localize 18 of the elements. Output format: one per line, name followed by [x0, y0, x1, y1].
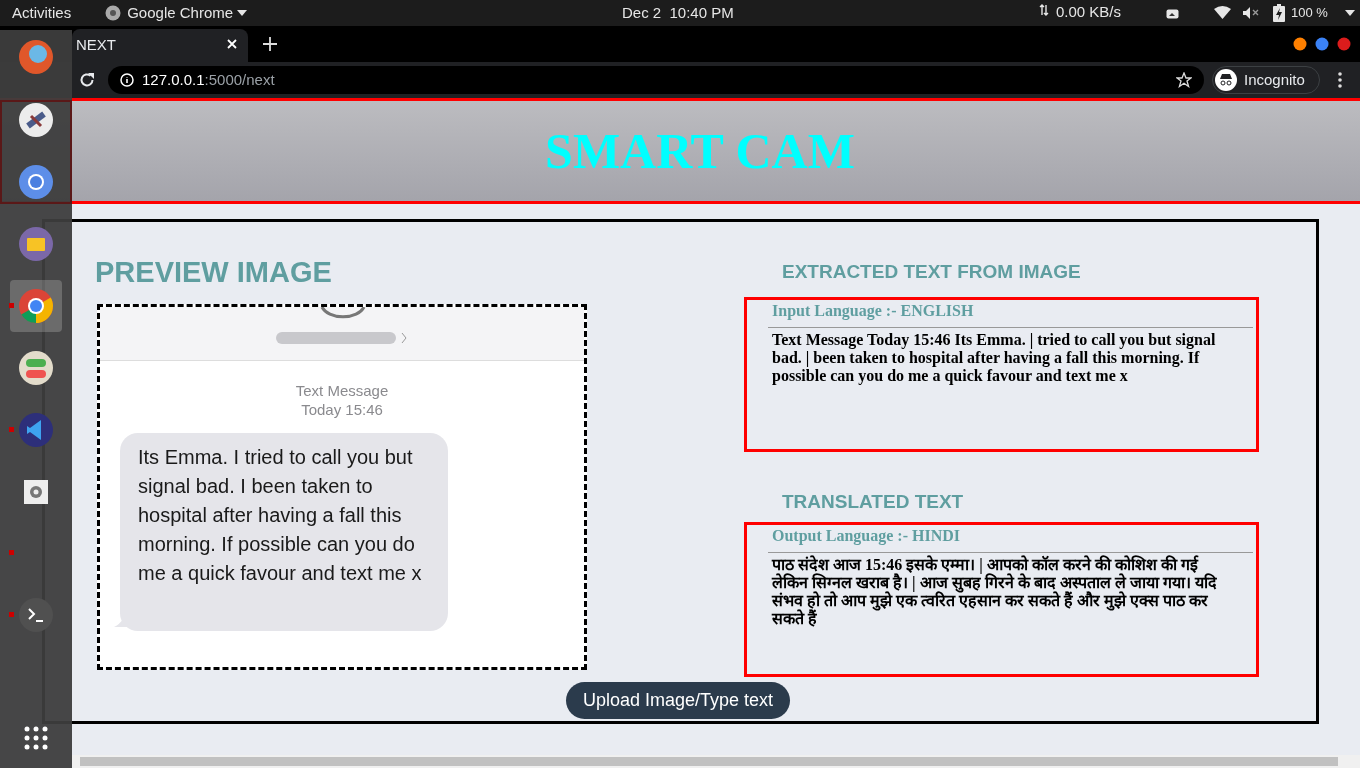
section-heading: TRANSLATED TEXT [782, 490, 964, 514]
url-text: 127.0.0.1:5000/next [142, 69, 275, 90]
address-bar[interactable]: 127.0.0.1:5000/next [108, 66, 1204, 94]
message-header: Text Message Today 15:46 [294, 381, 390, 419]
language-label: Input Language :- ENGLISH [772, 301, 975, 322]
language-label: Output Language :- HINDI [772, 526, 962, 547]
output-text: पाठ संदेश आज 15:46 इसके एम्मा। | आपको कॉल करने की कोशिश की गई लेकिन सिग्नल खराब है। | आज सुबह गिरने के बाद अस्पताल ले जाया गया। यदि संभव हो तो आप मुझे एक त्वरित एहसान कर सकते हैं और मुझे एक्स पाठ कर सकते हैं [772, 556, 1218, 628]
browser-tab[interactable]: NEXT [72, 29, 248, 62]
activities-button[interactable]: Activities [12, 1, 72, 25]
network-speed: 0.00 KB/s [1056, 2, 1122, 22]
app-menu[interactable]: Google Chrome [127, 1, 248, 25]
battery-level: 100 % [1291, 4, 1328, 23]
section-heading: PREVIEW IMAGE [95, 255, 332, 290]
page-title: SMART CAM [545, 121, 855, 181]
section-heading: EXTRACTED TEXT FROM IMAGE [782, 260, 1081, 284]
clock[interactable]: Dec 2 10:40 PM [622, 1, 734, 25]
output-text: Text Message Today 15:46 Its Emma. | tried to call you but signal bad. | been taken to hospital after having a fall this morning. If possible can you do me a quick favour and text me x [772, 331, 1217, 385]
upload-button[interactable]: Upload Image/Type text [566, 682, 790, 719]
